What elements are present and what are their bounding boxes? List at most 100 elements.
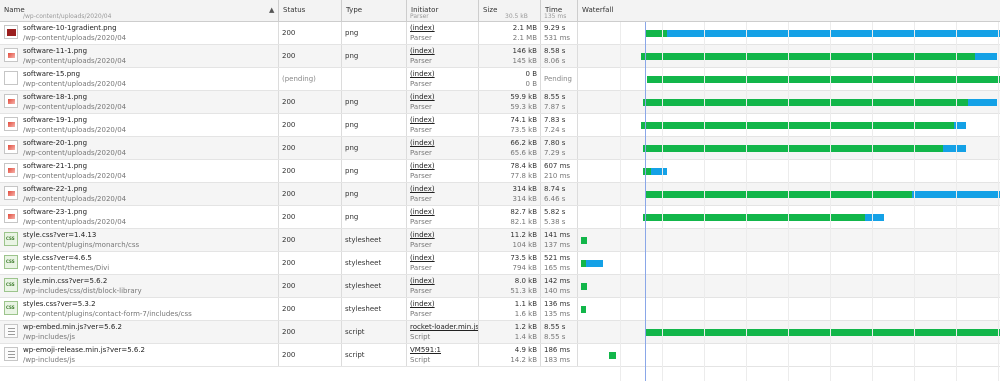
initiator-type: Parser bbox=[410, 172, 432, 180]
request-row[interactable]: software-10-1gradient.png /wp-content/up… bbox=[0, 22, 1000, 45]
name-cell[interactable]: software-18-1.png /wp-content/uploads/20… bbox=[0, 91, 279, 113]
waterfall-waiting-bar[interactable] bbox=[581, 283, 587, 290]
initiator-type: Script bbox=[410, 356, 431, 364]
initiator-link[interactable]: (index) bbox=[410, 300, 435, 308]
request-path: /wp-content/plugins/contact-form-7/inclu… bbox=[23, 310, 192, 318]
type-text: stylesheet bbox=[345, 305, 382, 313]
resource-size: 14.2 kB bbox=[510, 356, 537, 364]
waterfall-waiting-bar[interactable] bbox=[609, 352, 616, 359]
request-path: /wp-content/uploads/2020/04 bbox=[23, 195, 127, 203]
request-row[interactable]: software-23-1.png /wp-content/uploads/20… bbox=[0, 206, 1000, 229]
request-row[interactable]: CSS styles.css?ver=5.3.2 /wp-content/plu… bbox=[0, 298, 1000, 321]
initiator-link[interactable]: (index) bbox=[410, 162, 435, 170]
request-row[interactable]: wp-emoji-release.min.js?ver=5.6.2 /wp-in… bbox=[0, 344, 1000, 367]
request-row[interactable]: CSS style.min.css?ver=5.6.2 /wp-includes… bbox=[0, 275, 1000, 298]
initiator-link[interactable]: (index) bbox=[410, 231, 435, 239]
request-row[interactable]: software-20-1.png /wp-content/uploads/20… bbox=[0, 137, 1000, 160]
name-cell[interactable]: software-11-1.png /wp-content/uploads/20… bbox=[0, 45, 279, 67]
request-row[interactable]: wp-embed.min.js?ver=5.6.2 /wp-includes/j… bbox=[0, 321, 1000, 344]
waterfall-waiting-bar[interactable] bbox=[645, 30, 667, 37]
waterfall-download-bar[interactable] bbox=[667, 30, 1000, 37]
name-cell[interactable]: CSS style.min.css?ver=5.6.2 /wp-includes… bbox=[0, 275, 279, 297]
resource-size: 104 kB bbox=[512, 241, 537, 249]
request-row[interactable]: CSS style.css?ver=1.4.13 /wp-content/plu… bbox=[0, 229, 1000, 252]
name-cell[interactable]: software-20-1.png /wp-content/uploads/20… bbox=[0, 137, 279, 159]
initiator-cell: (index) Parser bbox=[407, 45, 479, 67]
waterfall-waiting-bar[interactable] bbox=[641, 122, 954, 129]
initiator-link[interactable]: (index) bbox=[410, 24, 435, 32]
waterfall-waiting-bar[interactable] bbox=[581, 237, 587, 244]
js-file-icon bbox=[4, 324, 18, 338]
waterfall-waiting-bar[interactable] bbox=[641, 53, 975, 60]
initiator-link[interactable]: (index) bbox=[410, 185, 435, 193]
name-cell[interactable]: wp-emoji-release.min.js?ver=5.6.2 /wp-in… bbox=[0, 344, 279, 366]
request-row[interactable]: software-11-1.png /wp-content/uploads/20… bbox=[0, 45, 1000, 68]
waterfall-waiting-bar[interactable] bbox=[581, 306, 586, 313]
initiator-type: Parser bbox=[410, 218, 432, 226]
initiator-link[interactable]: (index) bbox=[410, 254, 435, 262]
request-path: /wp-content/themes/Divi bbox=[23, 264, 110, 272]
waterfall-download-bar[interactable] bbox=[586, 260, 603, 267]
waterfall-waiting-bar[interactable] bbox=[647, 76, 1000, 83]
transfer-size: 146 kB bbox=[512, 47, 537, 55]
waterfall-download-bar[interactable] bbox=[975, 53, 997, 60]
initiator-link[interactable]: (index) bbox=[410, 47, 435, 55]
request-row[interactable]: CSS style.css?ver=4.6.5 /wp-content/them… bbox=[0, 252, 1000, 275]
name-cell[interactable]: CSS style.css?ver=4.6.5 /wp-content/them… bbox=[0, 252, 279, 274]
status-cell: 200 bbox=[279, 137, 342, 159]
request-path: /wp-content/uploads/2020/04 bbox=[23, 172, 127, 180]
initiator-link[interactable]: (index) bbox=[410, 139, 435, 147]
initiator-type: Parser bbox=[410, 195, 432, 203]
request-row[interactable]: software-22-1.png /wp-content/uploads/20… bbox=[0, 183, 1000, 206]
waterfall-waiting-bar[interactable] bbox=[643, 145, 943, 152]
waterfall-gridline bbox=[704, 22, 705, 381]
waterfall-download-bar[interactable] bbox=[968, 99, 997, 106]
name-cell[interactable]: CSS styles.css?ver=5.3.2 /wp-content/plu… bbox=[0, 298, 279, 320]
name-cell[interactable]: software-21-1.png /wp-content/uploads/20… bbox=[0, 160, 279, 182]
time-cell: 186 ms 183 ms bbox=[541, 344, 578, 366]
transfer-size: 0 B bbox=[525, 70, 537, 78]
network-table-header: Name ▲ Status Type Initiator Size Time W… bbox=[0, 0, 1000, 22]
waterfall-download-bar[interactable] bbox=[865, 214, 884, 221]
column-header-type[interactable]: Type bbox=[342, 0, 407, 21]
request-row[interactable]: software-15.png /wp-content/uploads/2020… bbox=[0, 68, 1000, 91]
request-path: /wp-content/uploads/2020/04 bbox=[23, 57, 127, 65]
initiator-link[interactable]: rocket-loader.min.js:1 bbox=[410, 323, 478, 331]
partial-row-size: 30.5 kB bbox=[505, 13, 528, 20]
request-row[interactable]: software-21-1.png /wp-content/uploads/20… bbox=[0, 160, 1000, 183]
waterfall-waiting-bar[interactable] bbox=[645, 329, 1000, 336]
initiator-link[interactable]: (index) bbox=[410, 277, 435, 285]
css-file-icon: CSS bbox=[4, 255, 18, 269]
initiator-link[interactable]: (index) bbox=[410, 116, 435, 124]
name-cell[interactable]: software-23-1.png /wp-content/uploads/20… bbox=[0, 206, 279, 228]
name-cell[interactable]: CSS style.css?ver=1.4.13 /wp-content/plu… bbox=[0, 229, 279, 251]
size-cell: 1.2 kB 1.4 kB bbox=[479, 321, 541, 343]
request-row[interactable]: software-18-1.png /wp-content/uploads/20… bbox=[0, 91, 1000, 114]
name-cell[interactable]: software-15.png /wp-content/uploads/2020… bbox=[0, 68, 279, 90]
request-name: software-21-1.png bbox=[23, 162, 88, 170]
partial-row-path: /wp-content/uploads/2020/04 bbox=[23, 13, 112, 20]
initiator-cell: (index) Parser bbox=[407, 275, 479, 297]
initiator-link[interactable]: VM591:1 bbox=[410, 346, 441, 354]
initiator-cell: (index) Parser bbox=[407, 91, 479, 113]
request-name: wp-embed.min.js?ver=5.6.2 bbox=[23, 323, 122, 331]
initiator-link[interactable]: (index) bbox=[410, 208, 435, 216]
name-cell[interactable]: software-19-1.png /wp-content/uploads/20… bbox=[0, 114, 279, 136]
column-header-status[interactable]: Status bbox=[279, 0, 342, 21]
status-text: 200 bbox=[282, 259, 296, 267]
waterfall-download-bar[interactable] bbox=[943, 145, 966, 152]
name-cell[interactable]: software-10-1gradient.png /wp-content/up… bbox=[0, 22, 279, 44]
waterfall-gridline bbox=[914, 22, 915, 381]
initiator-link[interactable]: (index) bbox=[410, 93, 435, 101]
name-cell[interactable]: software-22-1.png /wp-content/uploads/20… bbox=[0, 183, 279, 205]
time-latency: 8.06 s bbox=[544, 57, 566, 65]
waterfall-waiting-bar[interactable] bbox=[643, 214, 865, 221]
sort-ascending-icon[interactable]: ▲ bbox=[269, 0, 274, 21]
request-row[interactable]: software-19-1.png /wp-content/uploads/20… bbox=[0, 114, 1000, 137]
waterfall-download-bar[interactable] bbox=[651, 168, 667, 175]
column-header-waterfall[interactable]: Waterfall bbox=[578, 0, 1000, 21]
waterfall-waiting-bar[interactable] bbox=[643, 99, 968, 106]
image-icon bbox=[4, 140, 18, 154]
name-cell[interactable]: wp-embed.min.js?ver=5.6.2 /wp-includes/j… bbox=[0, 321, 279, 343]
initiator-link[interactable]: (index) bbox=[410, 70, 435, 78]
